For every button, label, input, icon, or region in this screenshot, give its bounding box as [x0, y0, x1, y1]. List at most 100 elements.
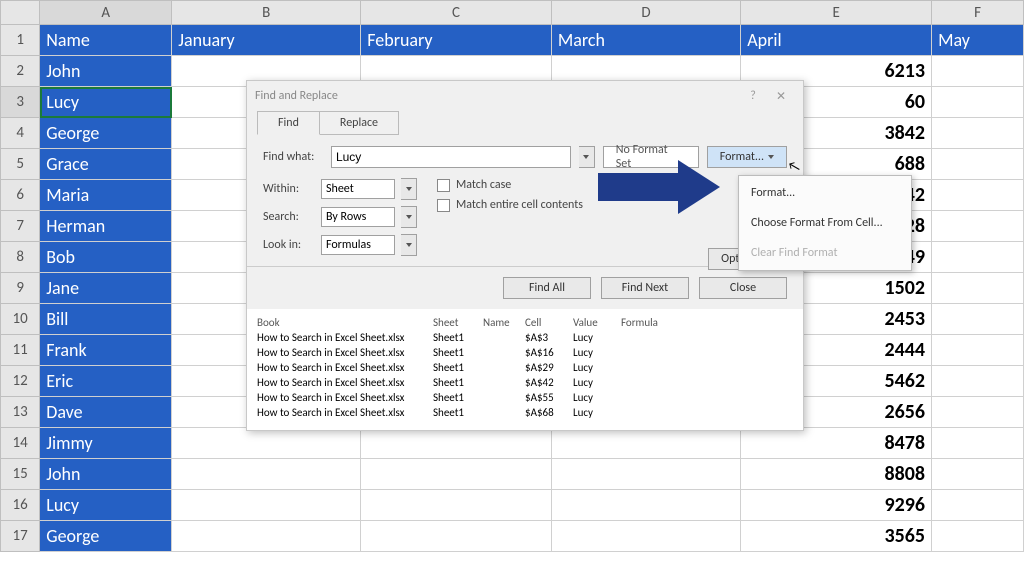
cell[interactable]: [361, 459, 552, 490]
cell[interactable]: [932, 87, 1024, 118]
cell-A13[interactable]: Dave: [40, 397, 172, 428]
match-entire-checkbox[interactable]: Match entire cell contents: [437, 198, 583, 212]
header-cell[interactable]: Name: [40, 25, 172, 56]
header-cell[interactable]: January: [172, 25, 361, 56]
cell-A15[interactable]: John: [40, 459, 172, 490]
col-header-A[interactable]: A: [40, 1, 172, 25]
find-what-input[interactable]: [331, 146, 571, 168]
cell[interactable]: [932, 335, 1024, 366]
close-icon[interactable]: ✕: [767, 89, 795, 104]
cell-A17[interactable]: George: [40, 521, 172, 552]
results-col-value[interactable]: Value: [573, 316, 621, 329]
cell[interactable]: [361, 490, 552, 521]
cell-A14[interactable]: Jimmy: [40, 428, 172, 459]
header-cell[interactable]: March: [551, 25, 740, 56]
cell-A7[interactable]: Herman: [40, 211, 172, 242]
cell[interactable]: [551, 521, 740, 552]
cell-A5[interactable]: Grace: [40, 149, 172, 180]
results-col-cell[interactable]: Cell: [525, 316, 573, 329]
cell-A3[interactable]: Lucy: [40, 87, 172, 118]
row-header-3[interactable]: 3: [1, 87, 40, 118]
cell-A4[interactable]: George: [40, 118, 172, 149]
cell[interactable]: [932, 273, 1024, 304]
find-results-list[interactable]: Book Sheet Name Cell Value Formula How t…: [247, 309, 803, 430]
row-header-12[interactable]: 12: [1, 366, 40, 397]
row-header-9[interactable]: 9: [1, 273, 40, 304]
header-cell[interactable]: May: [932, 25, 1024, 56]
menu-item-choose-format-from-cell[interactable]: Choose Format From Cell...: [739, 208, 911, 238]
cell[interactable]: [932, 490, 1024, 521]
cell[interactable]: [932, 149, 1024, 180]
cell-A10[interactable]: Bill: [40, 304, 172, 335]
select-all-corner[interactable]: [1, 1, 40, 25]
cell-A9[interactable]: Jane: [40, 273, 172, 304]
header-cell[interactable]: February: [361, 25, 552, 56]
cell-E14[interactable]: 8478: [741, 428, 932, 459]
row-header-10[interactable]: 10: [1, 304, 40, 335]
within-dropdown[interactable]: [401, 178, 417, 200]
row-header-7[interactable]: 7: [1, 211, 40, 242]
cell[interactable]: [932, 242, 1024, 273]
cell[interactable]: [172, 521, 361, 552]
cell[interactable]: [932, 397, 1024, 428]
lookin-select[interactable]: Formulas: [321, 235, 395, 255]
lookin-dropdown[interactable]: [401, 234, 417, 256]
row-header-5[interactable]: 5: [1, 149, 40, 180]
menu-item-format[interactable]: Format...: [739, 178, 911, 208]
cell[interactable]: [932, 521, 1024, 552]
find-what-history-dropdown[interactable]: [579, 146, 595, 168]
cell[interactable]: [932, 118, 1024, 149]
search-select[interactable]: By Rows: [321, 207, 395, 227]
cell-A11[interactable]: Frank: [40, 335, 172, 366]
cell[interactable]: [932, 366, 1024, 397]
row-header-8[interactable]: 8: [1, 242, 40, 273]
results-row[interactable]: How to Search in Excel Sheet.xlsxSheet1$…: [257, 375, 793, 390]
tab-find[interactable]: Find: [257, 111, 320, 135]
cell[interactable]: [172, 490, 361, 521]
col-header-F[interactable]: F: [932, 1, 1024, 25]
dialog-titlebar[interactable]: Find and Replace ? ✕: [247, 81, 803, 111]
results-row[interactable]: How to Search in Excel Sheet.xlsxSheet1$…: [257, 330, 793, 345]
cell[interactable]: [932, 180, 1024, 211]
within-select[interactable]: Sheet: [321, 179, 395, 199]
cell[interactable]: [932, 304, 1024, 335]
row-header-13[interactable]: 13: [1, 397, 40, 428]
cell[interactable]: [932, 56, 1024, 87]
col-header-C[interactable]: C: [361, 1, 552, 25]
results-row[interactable]: How to Search in Excel Sheet.xlsxSheet1$…: [257, 345, 793, 360]
cell-A2[interactable]: John: [40, 56, 172, 87]
results-col-name[interactable]: Name: [483, 316, 525, 329]
row-header-1[interactable]: 1: [1, 25, 40, 56]
cell[interactable]: [551, 490, 740, 521]
find-all-button[interactable]: Find All: [503, 277, 591, 299]
cell[interactable]: [172, 459, 361, 490]
results-row[interactable]: How to Search in Excel Sheet.xlsxSheet1$…: [257, 405, 793, 420]
results-col-formula[interactable]: Formula: [621, 316, 681, 329]
row-header-2[interactable]: 2: [1, 56, 40, 87]
cell-A6[interactable]: Maria: [40, 180, 172, 211]
cell[interactable]: [172, 428, 361, 459]
find-next-button[interactable]: Find Next: [601, 277, 689, 299]
results-row[interactable]: How to Search in Excel Sheet.xlsxSheet1$…: [257, 390, 793, 405]
cell-A16[interactable]: Lucy: [40, 490, 172, 521]
cell[interactable]: [551, 428, 740, 459]
cell-A12[interactable]: Eric: [40, 366, 172, 397]
row-header-16[interactable]: 16: [1, 490, 40, 521]
search-dropdown[interactable]: [401, 206, 417, 228]
cell[interactable]: [932, 459, 1024, 490]
results-col-sheet[interactable]: Sheet: [433, 316, 483, 329]
row-header-15[interactable]: 15: [1, 459, 40, 490]
row-header-11[interactable]: 11: [1, 335, 40, 366]
cell-E15[interactable]: 8808: [741, 459, 932, 490]
cell[interactable]: [932, 211, 1024, 242]
cell[interactable]: [551, 459, 740, 490]
row-header-14[interactable]: 14: [1, 428, 40, 459]
results-col-book[interactable]: Book: [257, 316, 433, 329]
cell[interactable]: [361, 521, 552, 552]
cell[interactable]: [361, 428, 552, 459]
header-cell[interactable]: April: [741, 25, 932, 56]
results-row[interactable]: How to Search in Excel Sheet.xlsxSheet1$…: [257, 360, 793, 375]
row-header-4[interactable]: 4: [1, 118, 40, 149]
cell-A8[interactable]: Bob: [40, 242, 172, 273]
cell-E16[interactable]: 9296: [741, 490, 932, 521]
